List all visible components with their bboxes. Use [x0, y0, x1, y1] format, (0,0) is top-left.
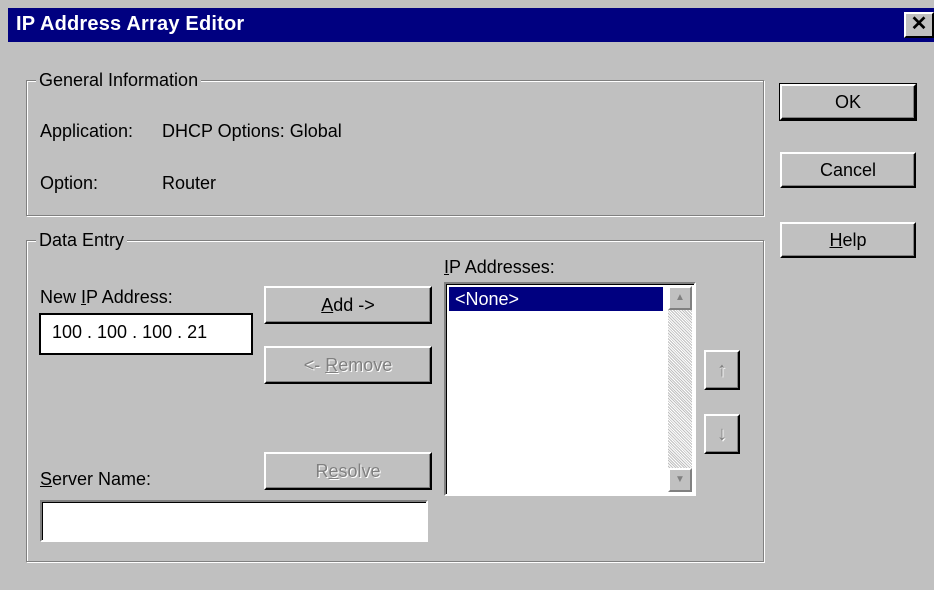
general-info-legend: General Information	[36, 70, 202, 90]
resolve-button[interactable]: Resolve	[264, 452, 432, 490]
close-button[interactable]: ✕	[904, 12, 934, 38]
arrow-down-icon: ↓	[717, 423, 727, 445]
application-label: Application:	[40, 121, 134, 141]
new-ip-address-value: 100 . 100 . 100 . 21	[52, 322, 208, 342]
server-name-label: Server Name:	[40, 469, 152, 489]
window-title: IP Address Array Editor	[16, 13, 245, 35]
scroll-up-icon[interactable]: ▲	[668, 286, 692, 310]
ip-addresses-list[interactable]: <None> ▲ ▼	[444, 282, 696, 496]
help-button[interactable]: Help	[780, 222, 916, 258]
new-ip-address-field[interactable]: 100 . 100 . 100 . 21	[39, 313, 253, 355]
list-scrollbar[interactable]: ▲ ▼	[668, 286, 692, 492]
close-icon: ✕	[910, 13, 928, 35]
dialog-edge	[0, 0, 8, 590]
move-down-button[interactable]: ↓	[704, 414, 740, 454]
option-value: Router	[162, 173, 217, 193]
scroll-down-icon[interactable]: ▼	[668, 468, 692, 492]
arrow-up-icon: ↑	[717, 359, 727, 381]
ip-addresses-label: IP Addresses:	[444, 257, 555, 277]
option-label: Option:	[40, 173, 99, 193]
add-button[interactable]: Add ->	[264, 286, 432, 324]
cancel-button[interactable]: Cancel	[780, 152, 916, 188]
move-up-button[interactable]: ↑	[704, 350, 740, 390]
data-entry-legend: Data Entry	[36, 230, 128, 250]
title-bar: IP Address Array Editor ✕	[8, 8, 934, 42]
ok-button[interactable]: OK	[779, 83, 917, 121]
remove-button[interactable]: <- Remove	[264, 346, 432, 384]
server-name-input[interactable]	[40, 500, 428, 542]
application-value: DHCP Options: Global	[162, 121, 342, 141]
list-item[interactable]: <None>	[449, 287, 663, 311]
new-ip-address-label: New IP Address:	[40, 287, 173, 307]
general-info-group	[26, 80, 764, 216]
